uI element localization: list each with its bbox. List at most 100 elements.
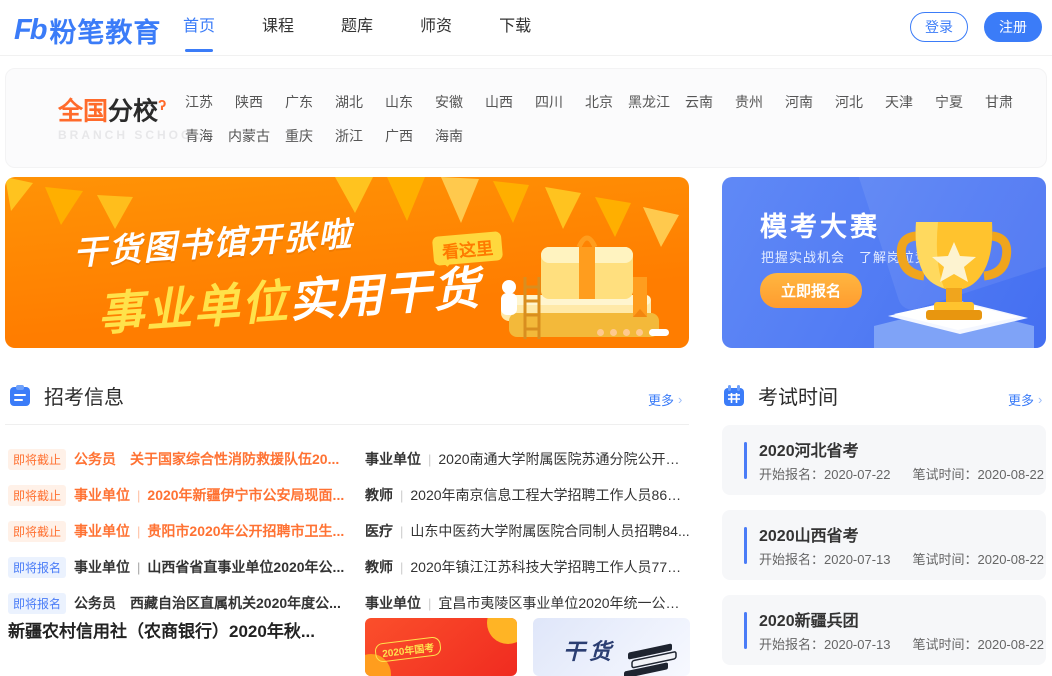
province-link[interactable]: 陕西 — [224, 92, 274, 112]
separator: | — [428, 596, 431, 611]
category-label: 事业单位 — [74, 557, 130, 577]
province-link[interactable]: 山西 — [474, 92, 524, 112]
category-label: 教师 — [365, 557, 393, 577]
province-link[interactable]: 宁夏 — [924, 92, 974, 112]
recruit-link[interactable]: 西藏自治区直属机关2020年度公... — [130, 593, 350, 613]
exam-card-xinjiang[interactable]: 2020新疆兵团 开始报名：2020-07-13 笔试时间：2020-08-22 — [722, 595, 1046, 665]
deadline-badge: 即将截止 — [8, 449, 66, 470]
separator: | — [137, 488, 140, 503]
category-label: 公务员 — [74, 593, 116, 613]
recruit-row: 即将截止 事业单位 | 2020年新疆伊宁市公安局现面... — [8, 477, 350, 513]
nav-download[interactable]: 下载 — [499, 0, 531, 56]
mock-exam-banner[interactable]: 模考大赛 把握实战机会 了解岗位竞争 立即报名 — [722, 177, 1046, 348]
exam-detail: 开始报名：2020-07-22 笔试时间：2020-08-22 — [759, 464, 1044, 483]
exam-time-more-link[interactable]: 更多 › — [1008, 390, 1042, 409]
category-label: 事业单位 — [74, 485, 130, 505]
province-link[interactable]: 广东 — [274, 92, 324, 112]
national-exam-thumbnail[interactable]: 2020年国考 — [365, 618, 517, 676]
separator: | — [137, 560, 140, 575]
province-link[interactable]: 湖北 — [324, 92, 374, 112]
province-link[interactable]: 青海 — [174, 126, 224, 146]
nav-teachers[interactable]: 师资 — [420, 0, 452, 56]
separator: | — [400, 488, 403, 503]
recruit-link[interactable]: 2020年新疆伊宁市公安局现面... — [147, 485, 350, 505]
recruit-section-header: 招考信息 — [8, 381, 124, 410]
province-link[interactable]: 河北 — [824, 92, 874, 112]
province-link[interactable]: 甘肃 — [974, 92, 1024, 112]
carousel-dot[interactable] — [623, 329, 630, 336]
province-link[interactable]: 海南 — [424, 126, 474, 146]
recruit-link[interactable]: 2020年镇江江苏科技大学招聘工作人员77人... — [410, 557, 690, 577]
province-link[interactable]: 北京 — [574, 92, 624, 112]
separator: | — [428, 452, 431, 467]
recruit-link[interactable]: 山东中医药大学附属医院合同制人员招聘84... — [410, 521, 690, 541]
province-link[interactable]: 广西 — [374, 126, 424, 146]
deco-circle — [487, 618, 517, 644]
bottom-article-headline[interactable]: 新疆农村信用社（农商银行）2020年秋... — [8, 617, 353, 642]
login-button[interactable]: 登录 — [910, 12, 968, 42]
main-carousel-banner[interactable]: 干货图书馆开张啦 看这里 事业单位实用干货 — [5, 177, 689, 348]
nav-question-bank[interactable]: 题库 — [341, 0, 373, 56]
deadline-badge: 即将截止 — [8, 485, 66, 506]
recruit-row: 医疗 | 山东中医药大学附属医院合同制人员招聘84... — [365, 513, 690, 549]
mock-exam-title: 模考大赛 — [760, 205, 880, 244]
signup-soon-badge: 即将报名 — [8, 593, 66, 614]
province-link[interactable]: 内蒙古 — [224, 126, 274, 146]
signup-soon-badge: 即将报名 — [8, 557, 66, 578]
exam-detail: 开始报名：2020-07-13 笔试时间：2020-08-22 — [759, 549, 1044, 568]
fenbi-logo[interactable]: Fb 粉笔教育 — [14, 11, 161, 50]
category-label: 事业单位 — [365, 449, 421, 469]
province-link[interactable]: 河南 — [774, 92, 824, 112]
province-link[interactable]: 贵州 — [724, 92, 774, 112]
category-label: 医疗 — [365, 521, 393, 541]
thumbnail-tag: 2020年国考 — [374, 636, 442, 663]
province-link[interactable]: 山东 — [374, 92, 424, 112]
register-date: 开始报名：2020-07-13 — [759, 549, 891, 568]
header: Fb 粉笔教育 首页 课程 题库 师资 下载 登录 注册 — [0, 0, 1052, 56]
exam-card-shanxi[interactable]: 2020山西省考 开始报名：2020-07-13 笔试时间：2020-08-22 — [722, 510, 1046, 580]
deadline-badge: 即将截止 — [8, 521, 66, 542]
recruit-row: 即将报名 事业单位 | 山西省省直事业单位2020年公... — [8, 549, 350, 585]
recruit-more-link[interactable]: 更多 › — [648, 390, 682, 409]
recruit-section-title: 招考信息 — [44, 381, 124, 410]
carousel-dot[interactable] — [610, 329, 617, 336]
recruit-link[interactable]: 2020南通大学附属医院苏通分院公开招... — [438, 449, 690, 469]
recruit-link[interactable]: 关于国家综合性消防救援队伍20... — [130, 449, 350, 469]
signup-now-button[interactable]: 立即报名 — [760, 273, 862, 308]
province-link[interactable]: 四川 — [524, 92, 574, 112]
province-link[interactable]: 安徽 — [424, 92, 474, 112]
branch-school-card: 全国分校ʔ BRANCH SCHOOL 江苏 陕西 广东 湖北 山东 安徽 山西… — [5, 68, 1047, 168]
calendar-icon — [722, 384, 746, 408]
logo-text: 粉笔教育 — [49, 11, 161, 50]
recruit-row: 即将报名 公务员 西藏自治区直属机关2020年度公... — [8, 585, 350, 621]
recruit-row: 即将截止 公务员 关于国家综合性消防救援队伍20... — [8, 441, 350, 477]
trophy-illustration — [864, 198, 1034, 348]
recruit-link[interactable]: 贵阳市2020年公开招聘市卫生... — [147, 521, 350, 541]
nav-home[interactable]: 首页 — [183, 0, 215, 56]
branch-curl-mark: ʔ — [158, 97, 166, 114]
written-date: 笔试时间：2020-08-22 — [913, 634, 1045, 653]
province-link[interactable]: 云南 — [674, 92, 724, 112]
province-link[interactable]: 浙江 — [324, 126, 374, 146]
exam-detail: 开始报名：2020-07-13 笔试时间：2020-08-22 — [759, 634, 1044, 653]
exam-card-hebei[interactable]: 2020河北省考 开始报名：2020-07-22 笔试时间：2020-08-22 — [722, 425, 1046, 495]
branch-title-highlight: 全国 — [58, 97, 108, 125]
recruit-link[interactable]: 山西省省直事业单位2020年公... — [147, 557, 350, 577]
carousel-dot[interactable] — [597, 329, 604, 336]
carousel-dot-active[interactable] — [649, 329, 669, 336]
dry-goods-thumbnail[interactable]: 干货 — [533, 618, 690, 676]
recruit-row: 教师 | 2020年南京信息工程大学招聘工作人员86人... — [365, 477, 690, 513]
nav-courses[interactable]: 课程 — [262, 0, 294, 56]
register-date: 开始报名：2020-07-22 — [759, 464, 891, 483]
recruit-link[interactable]: 2020年南京信息工程大学招聘工作人员86人... — [410, 485, 690, 505]
province-link[interactable]: 天津 — [874, 92, 924, 112]
province-link[interactable]: 黑龙江 — [624, 92, 674, 112]
register-button[interactable]: 注册 — [984, 12, 1042, 42]
province-link[interactable]: 江苏 — [174, 92, 224, 112]
carousel-dot[interactable] — [636, 329, 643, 336]
category-label: 教师 — [365, 485, 393, 505]
province-link[interactable]: 重庆 — [274, 126, 324, 146]
category-label: 事业单位 — [365, 593, 421, 613]
recruit-link[interactable]: 宜昌市夷陵区事业单位2020年统一公开... — [438, 593, 690, 613]
thumbnail-text: 干货 — [563, 634, 615, 666]
